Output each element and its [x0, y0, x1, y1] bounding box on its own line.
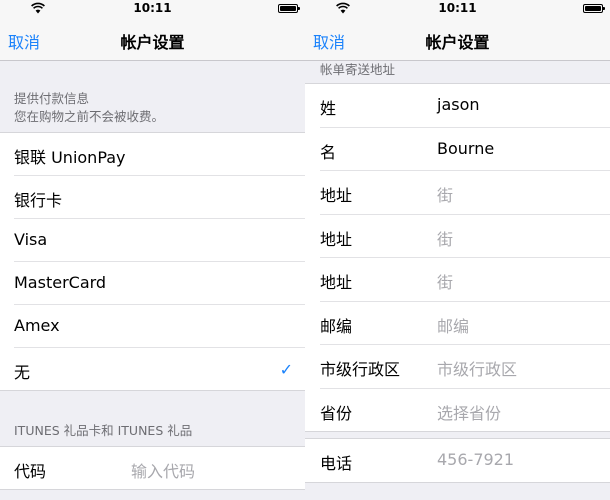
battery-icon: [583, 4, 605, 13]
last-name-row: 姓 jason: [320, 84, 610, 128]
province-select[interactable]: 选择省份: [437, 400, 501, 424]
address-line-3-row: 地址 街: [320, 258, 610, 302]
address-line-1-field[interactable]: 街: [437, 182, 453, 206]
field-label: 邮编: [320, 316, 353, 336]
payment-section-title: 提供付款信息: [14, 91, 90, 106]
address-line-3-field[interactable]: 街: [437, 269, 453, 293]
payment-option-amex[interactable]: Amex: [14, 305, 305, 348]
gift-card-code-group: 代码 输入代码: [0, 446, 305, 490]
payment-option-label: MasterCard: [14, 273, 107, 292]
field-label: 省份: [320, 403, 353, 423]
payment-options-list: 银联 UnionPay 银行卡 Visa MasterCard Amex 无 ✓: [0, 132, 305, 391]
status-bar: 10:11: [0, 0, 305, 18]
page-title: 帐户设置: [425, 33, 490, 52]
last-name-field[interactable]: jason: [437, 95, 480, 114]
phone-field[interactable]: 456-7921: [437, 450, 514, 469]
code-input[interactable]: 输入代码: [131, 458, 195, 482]
gift-card-section-header: ITUNES 礼品卡和 ITUNES 礼品: [14, 423, 193, 438]
payment-option-visa[interactable]: Visa: [14, 219, 305, 262]
field-label: 市级行政区: [320, 360, 401, 379]
account-settings-billing-screen: 10:11 取消 帐户设置 帐单寄送地址 姓 jason 名 Bourne 地址…: [305, 0, 610, 500]
city-district-row: 市级行政区 市级行政区: [320, 345, 610, 389]
first-name-row: 名 Bourne: [320, 128, 610, 171]
field-label: 地址: [320, 186, 353, 205]
payment-option-label: Amex: [14, 316, 60, 335]
billing-section-header: 帐单寄送地址: [320, 62, 396, 77]
field-label: 电话: [320, 454, 353, 473]
payment-option-bank-card[interactable]: 银行卡: [14, 176, 305, 219]
checkmark-icon: ✓: [279, 360, 293, 379]
payment-section-subtitle: 您在购物之前不会被收费。: [14, 109, 165, 124]
payment-option-label: 无: [14, 363, 31, 382]
status-bar: 10:11: [305, 0, 610, 18]
page-title: 帐户设置: [120, 33, 185, 52]
battery-icon: [278, 4, 300, 13]
postal-code-row: 邮编 邮编: [320, 302, 610, 345]
payment-option-unionpay[interactable]: 银联 UnionPay: [14, 133, 305, 176]
status-time: 10:11: [438, 1, 477, 15]
payment-option-none[interactable]: 无 ✓: [14, 348, 305, 390]
payment-option-label: 银联 UnionPay: [14, 148, 126, 167]
province-row[interactable]: 省份 选择省份: [320, 389, 610, 432]
status-time: 10:11: [133, 1, 172, 15]
billing-address-form: 姓 jason 名 Bourne 地址 街 地址 街 地址 街 邮编 邮编 市级…: [305, 83, 610, 432]
city-district-field[interactable]: 市级行政区: [437, 356, 517, 380]
phone-group: 电话 456-7921: [305, 438, 610, 483]
first-name-field[interactable]: Bourne: [437, 139, 494, 158]
navigation-bar: 取消 帐户设置: [0, 18, 305, 61]
address-line-1-row: 地址 街: [320, 171, 610, 215]
payment-option-label: 银行卡: [14, 191, 63, 210]
field-label: 地址: [320, 273, 353, 292]
payment-option-mastercard[interactable]: MasterCard: [14, 262, 305, 305]
account-settings-payment-screen: 10:11 取消 帐户设置 提供付款信息 您在购物之前不会被收费。 银联 Uni…: [0, 0, 305, 500]
navigation-bar: 取消 帐户设置: [305, 18, 610, 61]
payment-section-header: 提供付款信息 您在购物之前不会被收费。: [14, 89, 291, 127]
payment-option-label: Visa: [14, 230, 48, 249]
code-label: 代码: [14, 462, 47, 481]
phone-row: 电话 456-7921: [320, 439, 610, 482]
address-line-2-field[interactable]: 街: [437, 226, 453, 250]
field-label: 名: [320, 142, 337, 162]
address-line-2-row: 地址 街: [320, 215, 610, 258]
field-label: 地址: [320, 229, 353, 249]
field-label: 姓: [320, 99, 337, 118]
postal-code-field[interactable]: 邮编: [437, 313, 469, 337]
redeem-code-row: 代码 输入代码: [14, 447, 305, 489]
